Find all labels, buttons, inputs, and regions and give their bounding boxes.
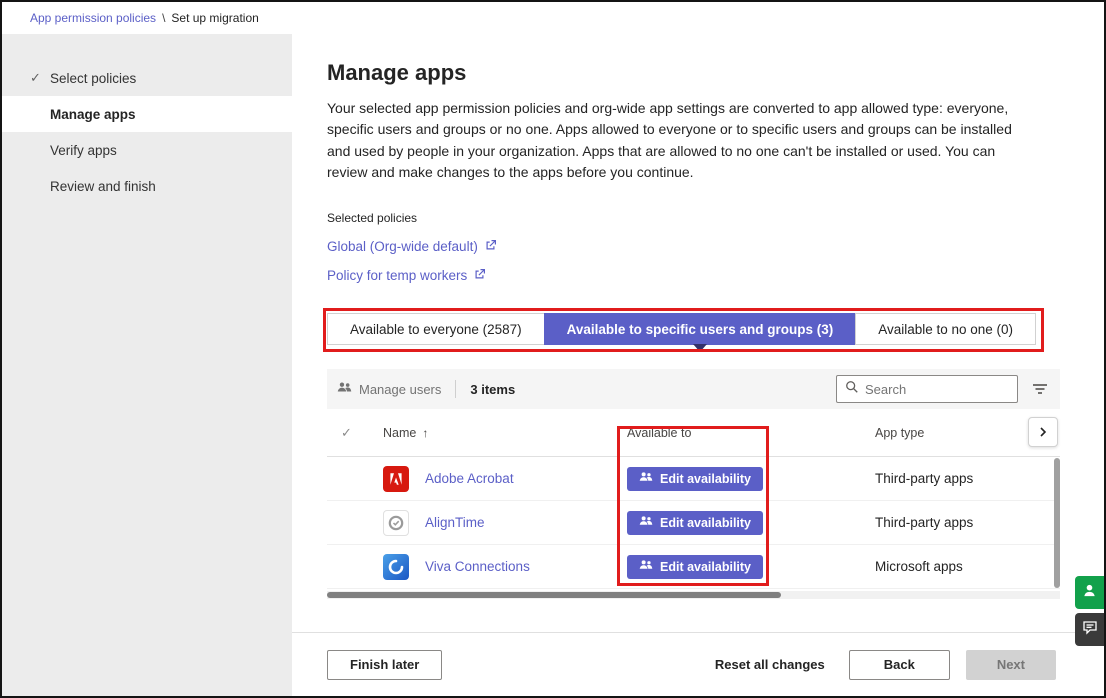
edit-availability-button[interactable]: Edit availability	[627, 466, 764, 491]
app-name-link[interactable]: Viva Connections	[425, 559, 530, 574]
assistant-person-icon	[1082, 583, 1097, 603]
filter-icon[interactable]	[1032, 382, 1048, 396]
reset-all-changes-button[interactable]: Reset all changes	[707, 657, 833, 672]
table-row: Viva Connections Edit availability Micro…	[327, 545, 1060, 590]
search-box[interactable]	[836, 375, 1018, 404]
search-icon	[845, 380, 859, 399]
manage-users-label: Manage users	[359, 381, 442, 397]
vertical-scrollbar-thumb[interactable]	[1054, 458, 1060, 589]
page-title: Manage apps	[327, 60, 467, 85]
tab-available-to-no-one[interactable]: Available to no one (0)	[855, 313, 1037, 346]
horizontal-scrollbar[interactable]	[327, 591, 1060, 600]
policy-link-temp-workers[interactable]: Policy for temp workers	[327, 268, 486, 283]
active-tab-caret	[692, 344, 707, 353]
app-type-cell: Third-party apps	[875, 471, 974, 487]
policy-link-label: Global (Org-wide default)	[327, 239, 478, 255]
availability-tabs: Available to everyone (2587) Available t…	[323, 308, 1045, 353]
policy-link-label: Policy for temp workers	[327, 268, 468, 284]
viva-connections-icon	[383, 553, 409, 580]
sidebar-item-verify-apps[interactable]: Verify apps	[2, 132, 292, 168]
apps-table: Manage users 3 items Search ✓ Name ↑ Ava…	[327, 369, 1060, 600]
edit-availability-label: Edit availability	[660, 559, 752, 574]
select-all-check-icon[interactable]: ✓	[327, 425, 371, 441]
main-content: Manage apps Your selected app permission…	[292, 34, 1104, 696]
sidebar-item-label: Review and finish	[50, 178, 156, 194]
app-name-link[interactable]: Adobe Acrobat	[425, 471, 514, 486]
table-row: AlignTime Edit availability Third-party …	[327, 501, 1060, 546]
table-header: ✓ Name ↑ Available to App type	[327, 409, 1060, 458]
breadcrumb-separator: \	[162, 11, 166, 25]
edit-availability-label: Edit availability	[660, 515, 752, 530]
app-type-cell: Microsoft apps	[875, 559, 963, 575]
sidebar-item-review-and-finish[interactable]: Review and finish	[2, 168, 292, 204]
edit-availability-label: Edit availability	[660, 471, 752, 486]
tab-label: Available to specific users and groups (…	[566, 321, 834, 337]
wizard-steps-sidebar: ✓ Select policies Manage apps Verify app…	[2, 34, 292, 696]
toolbar-divider	[455, 380, 457, 399]
app-window: App permission policies \ Set up migrati…	[0, 0, 1106, 698]
assistant-widget-button[interactable]	[1075, 576, 1104, 609]
manage-users-button[interactable]: Manage users	[337, 380, 441, 398]
breadcrumb-current: Set up migration	[171, 11, 259, 25]
table-row: Adobe Acrobat Edit availability Third-pa…	[327, 457, 1060, 502]
external-link-icon	[485, 239, 497, 254]
wizard-footer: Finish later Reset all changes Back Next	[292, 632, 1104, 696]
page-description: Your selected app permission policies an…	[327, 100, 1012, 180]
edit-availability-button[interactable]: Edit availability	[627, 554, 764, 579]
table-toolbar: Manage users 3 items	[327, 369, 1060, 410]
sort-ascending-icon[interactable]: ↑	[422, 426, 428, 440]
adobe-acrobat-icon	[383, 465, 409, 492]
app-type-cell: Third-party apps	[875, 515, 974, 531]
column-header-available-to[interactable]: Available to	[621, 426, 869, 440]
sidebar-item-label: Select policies	[50, 70, 137, 86]
step-complete-check-icon: ✓	[30, 70, 41, 85]
external-link-icon	[474, 268, 486, 283]
sidebar-item-select-policies[interactable]: ✓ Select policies	[2, 60, 292, 96]
search-input[interactable]	[865, 381, 1009, 397]
scroll-right-button[interactable]	[1028, 417, 1058, 448]
back-button[interactable]: Back	[848, 649, 950, 680]
horizontal-scrollbar-thumb[interactable]	[327, 592, 782, 599]
finish-later-button[interactable]: Finish later	[327, 649, 443, 680]
breadcrumb: App permission policies \ Set up migrati…	[2, 2, 1104, 34]
sidebar-item-label: Manage apps	[50, 106, 136, 122]
tab-available-to-everyone[interactable]: Available to everyone (2587)	[327, 313, 544, 346]
people-icon	[639, 558, 653, 575]
items-count: 3 items	[470, 381, 516, 397]
app-name-link[interactable]: AlignTime	[425, 515, 485, 530]
people-icon	[639, 470, 653, 487]
sidebar-item-label: Verify apps	[50, 142, 117, 158]
next-button[interactable]: Next	[965, 649, 1056, 680]
people-icon	[639, 514, 653, 531]
column-header-name[interactable]: Name	[383, 426, 416, 440]
policy-link-global-default[interactable]: Global (Org-wide default)	[327, 239, 497, 254]
people-icon	[337, 380, 352, 398]
edit-availability-button[interactable]: Edit availability	[627, 510, 764, 535]
selected-policies-label: Selected policies	[327, 211, 418, 226]
sidebar-item-manage-apps[interactable]: Manage apps	[2, 96, 292, 132]
feedback-bubble-icon	[1082, 619, 1098, 640]
breadcrumb-link-app-permission-policies[interactable]: App permission policies	[30, 11, 156, 25]
tab-available-to-specific-users[interactable]: Available to specific users and groups (…	[543, 313, 856, 353]
feedback-widget-button[interactable]	[1075, 613, 1104, 646]
aligntime-icon	[383, 509, 409, 536]
